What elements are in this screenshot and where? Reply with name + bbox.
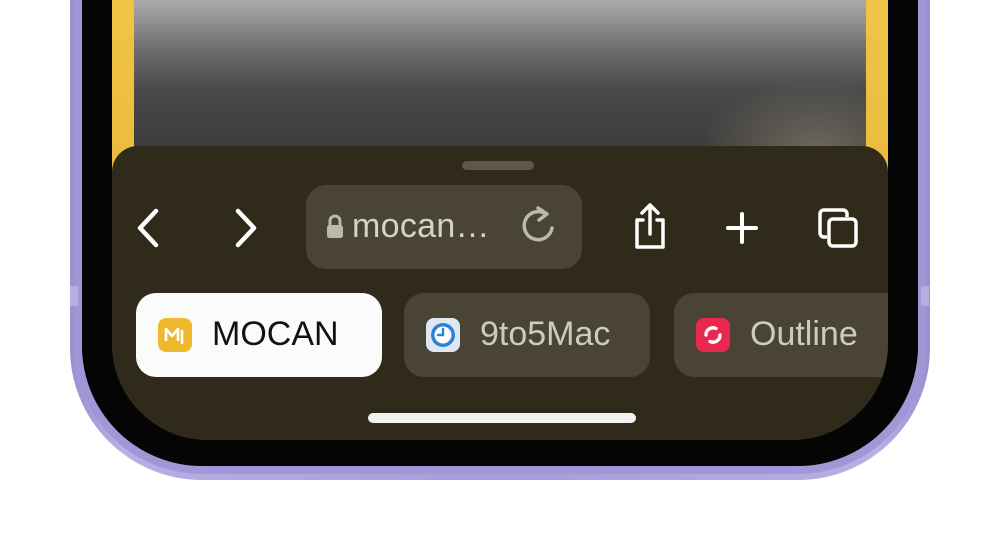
share-icon (631, 203, 669, 251)
new-tab-button[interactable] (724, 210, 760, 246)
tab-group-mocan[interactable]: MOCAN (136, 293, 382, 377)
frame-antenna-line-right (921, 286, 929, 306)
mocan-logo-icon (158, 318, 192, 352)
sheet-grabber[interactable] (462, 161, 534, 170)
back-button[interactable] (130, 206, 166, 250)
screen: mocan… MOCAN 9to5Mac Outline (112, 0, 888, 440)
lock-icon (326, 214, 344, 245)
tab-group-9to5mac[interactable]: 9to5Mac (404, 293, 650, 377)
outline-logo-icon (696, 318, 730, 352)
share-button[interactable] (630, 200, 670, 254)
device-screenshot: mocan… MOCAN 9to5Mac Outline (0, 0, 999, 558)
forward-button[interactable] (228, 206, 264, 250)
tab-group-label: 9to5Mac (480, 315, 611, 353)
frame-antenna-line-left (70, 286, 78, 306)
chevron-right-icon (234, 208, 258, 248)
9to5mac-clock-icon (426, 318, 460, 352)
tab-group-label: MOCAN (212, 315, 339, 353)
address-bar[interactable]: mocan… (306, 185, 582, 269)
reload-icon[interactable] (520, 206, 558, 251)
plus-icon (725, 211, 759, 245)
url-text: mocan… (352, 207, 490, 245)
home-indicator[interactable] (368, 413, 636, 423)
tabs-button[interactable] (816, 206, 860, 250)
tab-group-outline[interactable]: Outline (674, 293, 888, 377)
tabs-icon (817, 207, 859, 249)
tab-group-label: Outline (750, 315, 858, 353)
chevron-left-icon (136, 208, 160, 248)
